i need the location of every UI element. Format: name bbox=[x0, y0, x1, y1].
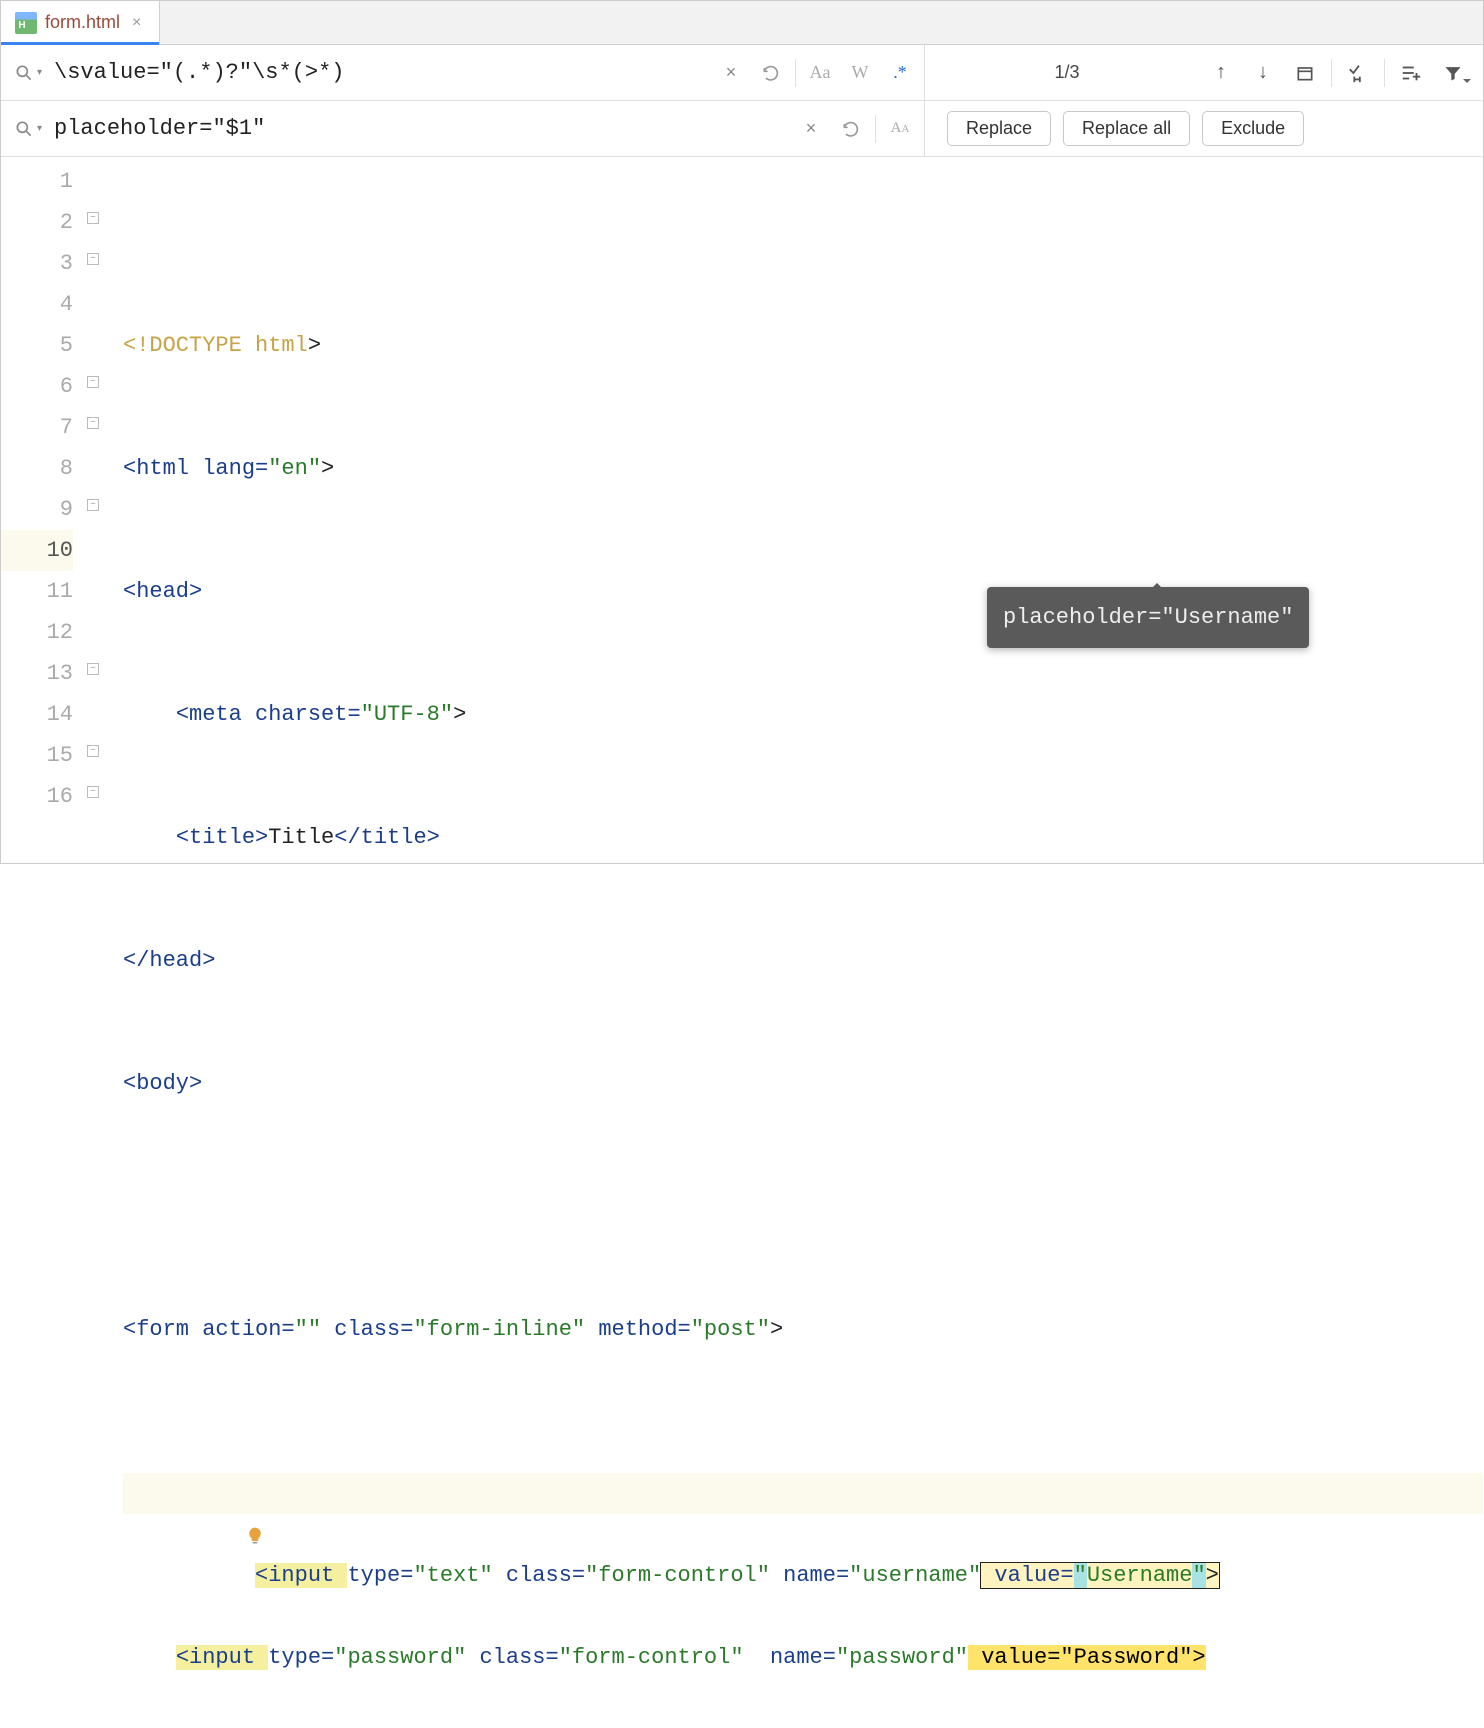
search-input[interactable] bbox=[54, 60, 707, 85]
line-number: 14 bbox=[1, 694, 73, 735]
fold-icon[interactable]: – bbox=[87, 417, 99, 429]
line-number: 1 bbox=[1, 161, 73, 202]
replace-button[interactable]: Replace bbox=[947, 111, 1051, 146]
fold-icon[interactable]: – bbox=[87, 663, 99, 675]
search-history-back-icon[interactable] bbox=[755, 57, 787, 89]
line-number: 8 bbox=[1, 448, 73, 489]
fold-icon[interactable]: – bbox=[87, 745, 99, 757]
clear-replace-icon[interactable]: × bbox=[795, 113, 827, 145]
replace-all-button[interactable]: Replace all bbox=[1063, 111, 1190, 146]
search-bar: ▾ × Aa W .* 1/3 ↑ ↓ bbox=[1, 45, 1483, 101]
replace-history-chevron-icon[interactable]: ▾ bbox=[37, 123, 42, 134]
code-area[interactable]: – – – – – – – – <!DOCTYPE html> <html la… bbox=[101, 157, 1483, 863]
exclude-button[interactable]: Exclude bbox=[1202, 111, 1304, 146]
filter-icon[interactable] bbox=[1437, 57, 1469, 89]
fold-icon[interactable]: – bbox=[87, 212, 99, 224]
words-toggle[interactable]: W bbox=[844, 57, 876, 89]
fold-icon[interactable]: – bbox=[87, 376, 99, 388]
open-in-window-icon[interactable] bbox=[1289, 57, 1321, 89]
next-match-icon[interactable]: ↓ bbox=[1247, 57, 1279, 89]
line-number: 16 bbox=[1, 776, 73, 817]
fold-icon[interactable]: – bbox=[87, 253, 99, 265]
tab-bar: form.html × bbox=[1, 1, 1483, 45]
line-number: 5 bbox=[1, 325, 73, 366]
line-number: 3 bbox=[1, 243, 73, 284]
replace-preview-tooltip: placeholder="Username" bbox=[987, 587, 1309, 648]
line-number: 4 bbox=[1, 284, 73, 325]
close-tab-icon[interactable]: × bbox=[128, 14, 145, 32]
html-file-icon bbox=[15, 12, 37, 34]
tab-filename: form.html bbox=[45, 12, 120, 33]
line-number: 10 bbox=[1, 530, 73, 571]
line-number: 13 bbox=[1, 653, 73, 694]
replace-icon bbox=[13, 118, 35, 140]
fold-icon[interactable]: – bbox=[87, 786, 99, 798]
line-number: 12 bbox=[1, 612, 73, 653]
line-number: 7 bbox=[1, 407, 73, 448]
intention-bulb-icon[interactable] bbox=[139, 1481, 159, 1505]
current-line: <input type="text" class="form-control" … bbox=[123, 1473, 1483, 1514]
prev-match-icon[interactable]: ↑ bbox=[1205, 57, 1237, 89]
replace-input[interactable] bbox=[54, 116, 787, 141]
regex-toggle[interactable]: .* bbox=[884, 57, 916, 89]
replace-history-back-icon[interactable] bbox=[835, 113, 867, 145]
line-number: 6 bbox=[1, 366, 73, 407]
line-number: 9 bbox=[1, 489, 73, 530]
code-editor[interactable]: 1 2 3 4 5 6 7 8 9 10 11 12 13 14 15 16 –… bbox=[1, 157, 1483, 863]
line-number: 11 bbox=[1, 571, 73, 612]
add-selection-icon[interactable] bbox=[1395, 57, 1427, 89]
current-match: value="Username"> bbox=[981, 1563, 1219, 1588]
clear-search-icon[interactable]: × bbox=[715, 57, 747, 89]
match-count: 1/3 bbox=[1042, 62, 1092, 83]
search-history-chevron-icon[interactable]: ▾ bbox=[37, 67, 42, 78]
gutter: 1 2 3 4 5 6 7 8 9 10 11 12 13 14 15 16 bbox=[1, 157, 101, 863]
match-case-toggle[interactable]: Aa bbox=[804, 57, 836, 89]
line-number: 15 bbox=[1, 735, 73, 776]
preserve-case-toggle[interactable]: AA bbox=[884, 113, 916, 145]
select-all-occurrences-icon[interactable] bbox=[1342, 57, 1374, 89]
replace-bar: ▾ × AA Replace Replace all Exclude bbox=[1, 101, 1483, 157]
line-number: 2 bbox=[1, 202, 73, 243]
match-highlight: value="Password"> bbox=[968, 1645, 1206, 1670]
fold-icon[interactable]: – bbox=[87, 499, 99, 511]
search-icon bbox=[13, 62, 35, 84]
file-tab[interactable]: form.html × bbox=[1, 1, 160, 44]
